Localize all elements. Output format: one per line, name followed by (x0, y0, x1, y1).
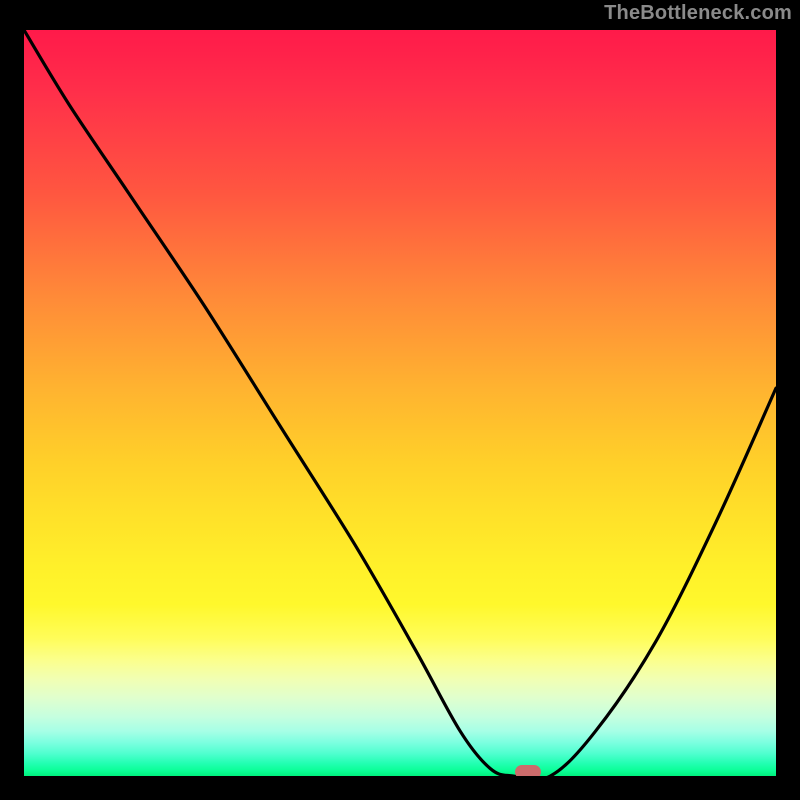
bottleneck-curve (24, 30, 776, 776)
plot-area (22, 28, 778, 778)
optimal-point-marker (515, 765, 541, 778)
watermark-label: TheBottleneck.com (604, 2, 792, 25)
chart-frame: TheBottleneck.com (0, 0, 800, 800)
